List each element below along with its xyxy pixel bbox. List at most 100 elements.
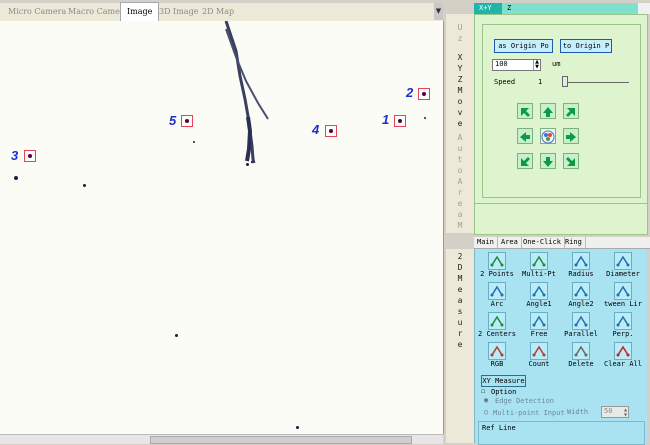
move-left-button[interactable] xyxy=(517,128,533,144)
tool-button-perp-[interactable]: Perp. xyxy=(605,311,641,341)
tab-one-click[interactable]: One-Click xyxy=(520,237,565,248)
tool-label: Angle2 xyxy=(568,300,594,308)
tool-label: Clear All xyxy=(604,360,642,368)
marker-5[interactable] xyxy=(181,115,193,127)
chevron-down-icon[interactable]: ▼ xyxy=(434,3,443,20)
ref-line-label: Ref Line xyxy=(482,424,516,432)
tab-xy[interactable]: X+Y xyxy=(474,3,502,14)
clear-icon xyxy=(614,342,632,360)
tool-label: Count xyxy=(528,360,550,368)
marker-3[interactable] xyxy=(24,150,36,162)
option-checkbox-icon[interactable]: ☐ xyxy=(481,387,485,395)
angle-icon xyxy=(572,282,590,300)
vertical-label-autoarea[interactable]: AutoArea xyxy=(446,132,474,220)
speed-label: Speed xyxy=(494,78,516,86)
marker-2[interactable] xyxy=(418,88,430,100)
marker-label-2: 2 xyxy=(406,85,414,100)
tool-label: tween Lir xyxy=(604,300,642,308)
angle-icon xyxy=(530,282,548,300)
move-up-button[interactable] xyxy=(540,103,556,119)
arc-icon xyxy=(488,282,506,300)
speck xyxy=(424,117,426,119)
tab-ring[interactable]: Ring xyxy=(562,237,586,248)
ref-line-group: Ref Line xyxy=(478,421,645,445)
marker-4[interactable] xyxy=(325,125,337,137)
speck xyxy=(83,184,86,187)
tool-button-rgb[interactable]: RGB xyxy=(479,341,515,371)
speed-value: 1 xyxy=(538,78,543,86)
step-input[interactable]: 100 ▲ ▼ xyxy=(492,59,541,71)
move-up-right-button[interactable] xyxy=(563,103,579,119)
move-up-left-button[interactable] xyxy=(517,103,533,119)
tool-label: Parallel xyxy=(564,330,598,338)
edge-detection-label: Edge Detection xyxy=(495,397,555,405)
stepper-icon[interactable]: ▲ ▼ xyxy=(533,60,540,70)
trash-icon xyxy=(572,342,590,360)
perpendicular-icon xyxy=(614,312,632,330)
speed-slider[interactable] xyxy=(563,82,629,83)
marker-label-3: 3 xyxy=(11,148,19,163)
image-tab-bar: Micro Camera Macro Camera Image 3D Image… xyxy=(0,2,443,22)
speck xyxy=(175,334,178,337)
width-input[interactable]: 50 ▲ ▼ xyxy=(601,406,629,418)
vertical-label-m: M xyxy=(457,221,463,230)
stepper-icon[interactable]: ▲ ▼ xyxy=(623,407,628,417)
vertical-label-uz: Uz xyxy=(457,23,463,43)
tool-label: Delete xyxy=(568,360,594,368)
edge-detection-radio-icon[interactable]: ◉ xyxy=(484,396,488,404)
tool-label: Free xyxy=(530,330,548,338)
parallel-lines-icon xyxy=(614,282,632,300)
marker-1[interactable] xyxy=(394,115,406,127)
move-down-left-button[interactable] xyxy=(517,153,533,169)
multipoint-radio-icon[interactable]: ○ xyxy=(484,408,488,416)
tool-button-radius[interactable]: Radius xyxy=(563,251,599,281)
tab-area[interactable]: Area xyxy=(498,237,522,248)
tool-button-multi-pt[interactable]: Multi-Pt xyxy=(521,251,557,281)
xy-measure-button[interactable]: XY Measure xyxy=(481,375,526,387)
home-button[interactable] xyxy=(540,128,556,144)
tool-button-clear-all[interactable]: Clear All xyxy=(604,341,642,371)
marker-label-5: 5 xyxy=(169,113,177,128)
tool-button-arc[interactable]: Arc xyxy=(479,281,515,311)
multipoint-label: Multi-point Input xyxy=(493,409,565,417)
diameter-icon xyxy=(614,252,632,270)
move-down-right-button[interactable] xyxy=(563,153,579,169)
tool-button-angle1[interactable]: Angle1 xyxy=(521,281,557,311)
move-right-button[interactable] xyxy=(563,128,579,144)
tool-button-delete[interactable]: Delete xyxy=(563,341,599,371)
tool-label: Diameter xyxy=(606,270,640,278)
vertical-label-xyzmove[interactable]: XYZMove xyxy=(446,52,474,129)
tool-button-2-centers[interactable]: 2 Centers xyxy=(478,311,516,341)
speck xyxy=(246,163,249,166)
tool-button-parallel[interactable]: Parallel xyxy=(563,311,599,341)
microscope-image[interactable]: 1 2 3 4 5 xyxy=(0,21,444,434)
vertical-label-2dmeasure[interactable]: 2DMeasure xyxy=(446,251,474,350)
tool-button-angle2[interactable]: Angle2 xyxy=(563,281,599,311)
to-origin-button[interactable]: to Origin P xyxy=(560,39,612,53)
multi-point-icon xyxy=(530,252,548,270)
rgb-icon xyxy=(488,342,506,360)
measure-side-strip: 2DMeasure xyxy=(446,249,475,443)
free-icon xyxy=(530,312,548,330)
tab-2d-map[interactable]: 2D Map xyxy=(196,3,240,20)
tool-button-2-points[interactable]: 2 Points xyxy=(479,251,515,281)
step-unit: um xyxy=(552,60,561,68)
tool-button-tween-lir[interactable]: tween Lir xyxy=(604,281,642,311)
measure-panel: 2 Points Multi-Pt Radius Diameter Arc Angle1 A… xyxy=(474,249,647,445)
slider-handle[interactable] xyxy=(562,76,568,87)
fiber-image xyxy=(224,21,269,164)
divider xyxy=(475,203,647,204)
tool-label: Radius xyxy=(568,270,594,278)
tool-button-diameter[interactable]: Diameter xyxy=(605,251,641,281)
tool-label: Perp. xyxy=(612,330,634,338)
tool-label: Multi-Pt xyxy=(522,270,556,278)
tool-button-count[interactable]: Count xyxy=(521,341,557,371)
speck xyxy=(296,426,299,429)
set-origin-button[interactable]: as Origin Po xyxy=(494,39,553,53)
tab-main[interactable]: Main xyxy=(474,237,498,248)
radius-icon xyxy=(572,252,590,270)
tool-button-free[interactable]: Free xyxy=(521,311,557,341)
move-down-button[interactable] xyxy=(540,153,556,169)
tab-z[interactable]: Z xyxy=(502,3,638,14)
tool-label: Arc xyxy=(490,300,504,308)
